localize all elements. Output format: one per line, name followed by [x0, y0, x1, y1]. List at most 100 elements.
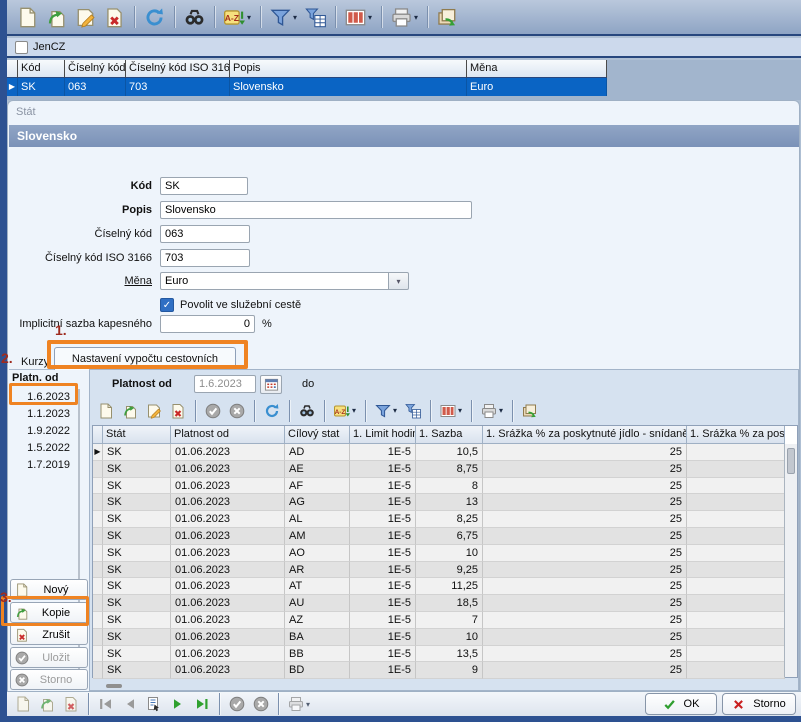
copy-document-button[interactable]	[119, 401, 141, 421]
grid-cell[interactable]: AU	[285, 595, 350, 612]
filter-button[interactable]: ▾	[372, 401, 400, 421]
grid-cell[interactable]: AR	[285, 562, 350, 579]
grid-row[interactable]: ▶SK01.06.2023AD1E-510,525	[93, 444, 797, 461]
nav-next-button[interactable]	[167, 694, 189, 714]
confirm-circle-button[interactable]	[226, 694, 248, 714]
grid-column-header[interactable]: 1. Sazba	[416, 426, 483, 444]
popis-input[interactable]	[160, 201, 472, 219]
grid-cell[interactable]: 1E-5	[350, 578, 416, 595]
grid-row[interactable]: SK01.06.2023AG1E-51325	[93, 494, 797, 511]
grid-cell[interactable]	[687, 511, 785, 528]
grid-cell[interactable]: 25	[483, 494, 687, 511]
grid-cell[interactable]: 13,5	[416, 646, 483, 663]
grid-cell[interactable]: 25	[483, 478, 687, 495]
validity-date-item[interactable]: 1.1.2023	[10, 406, 76, 423]
calendar-button[interactable]	[260, 375, 282, 394]
validity-date-item[interactable]: 1.6.2023	[10, 389, 76, 406]
nav-select-button[interactable]	[143, 694, 165, 714]
grid-cell[interactable]: SK	[103, 511, 171, 528]
grid-cell[interactable]: AL	[285, 511, 350, 528]
grid-cell[interactable]: 9,25	[416, 562, 483, 579]
grid-cell[interactable]: SK	[103, 494, 171, 511]
grid-row[interactable]: SK01.06.2023AE1E-58,7525	[93, 461, 797, 478]
grid-cell[interactable]: 18,5	[416, 595, 483, 612]
dropdown-arrow-icon[interactable]: ▾	[306, 700, 310, 709]
grid-cell[interactable]: 01.06.2023	[171, 662, 285, 679]
grid-cell[interactable]: 1E-5	[350, 629, 416, 646]
validity-date-item[interactable]: 1.9.2022	[10, 423, 76, 440]
grid-cell[interactable]: SK	[103, 595, 171, 612]
grid-cell[interactable]: SK	[103, 662, 171, 679]
grid-cell[interactable]: 13	[416, 494, 483, 511]
sort-az-button[interactable]: A-Z▾	[331, 401, 359, 421]
grid-cell[interactable]: 01.06.2023	[171, 528, 285, 545]
grid-cell[interactable]: AT	[285, 578, 350, 595]
grid-cell[interactable]: 01.06.2023	[171, 511, 285, 528]
grid-cell[interactable]: SK	[103, 612, 171, 629]
kopie-side-button[interactable]: Kopie	[10, 602, 88, 623]
grid-column-header[interactable]: 1. Srážka % za poskytnuté jídlo - snídan…	[483, 426, 687, 444]
grid-column-header[interactable]: Stát	[103, 426, 171, 444]
grid-cell[interactable]: 25	[483, 461, 687, 478]
grid-cell[interactable]: 1E-5	[350, 511, 416, 528]
grid-cell[interactable]	[687, 595, 785, 612]
grid-cell[interactable]: 7	[416, 612, 483, 629]
grid-cell[interactable]: 01.06.2023	[171, 444, 285, 461]
grid-cell[interactable]: 1E-5	[350, 562, 416, 579]
grid-cell[interactable]: 8	[416, 478, 483, 495]
grid-cell[interactable]: 8,25	[416, 511, 483, 528]
grid-cell[interactable]: 25	[483, 528, 687, 545]
grid-cell[interactable]: 25	[483, 595, 687, 612]
grid-row[interactable]: SK01.06.2023AF1E-5825	[93, 478, 797, 495]
filter-grid-button[interactable]	[402, 401, 424, 421]
grid-cell[interactable]	[687, 629, 785, 646]
grid-cell[interactable]: BB	[285, 646, 350, 663]
nav-prev-button[interactable]	[119, 694, 141, 714]
new-document-button[interactable]	[14, 5, 41, 30]
grid-cell[interactable]	[687, 444, 785, 461]
nov-side-button[interactable]: Nový	[10, 579, 88, 600]
countries-cell[interactable]: Slovensko	[230, 78, 467, 96]
grid-row[interactable]: SK01.06.2023BB1E-513,525	[93, 646, 797, 663]
delete-document-button[interactable]	[167, 401, 189, 421]
column-chooser-button[interactable]: ▾	[437, 401, 465, 421]
grid-cell[interactable]: 1E-5	[350, 612, 416, 629]
grid-cell[interactable]: 01.06.2023	[171, 612, 285, 629]
dropdown-arrow-icon[interactable]: ▾	[352, 406, 356, 415]
grid-cell[interactable]: 1E-5	[350, 461, 416, 478]
countries-cell[interactable]: SK	[18, 78, 65, 96]
grid-cell[interactable]: 25	[483, 511, 687, 528]
grid-cell[interactable]	[687, 646, 785, 663]
grid-cell[interactable]	[687, 612, 785, 629]
grid-cell[interactable]: BD	[285, 662, 350, 679]
grid-cell[interactable]: AF	[285, 478, 350, 495]
grid-cell[interactable]	[687, 461, 785, 478]
grid-cell[interactable]: 8,75	[416, 461, 483, 478]
grid-cell[interactable]	[687, 494, 785, 511]
kapesne-input[interactable]	[160, 315, 255, 333]
grid-cell[interactable]: 9	[416, 662, 483, 679]
dropdown-arrow-icon[interactable]: ▾	[458, 406, 462, 415]
grid-row[interactable]: SK01.06.2023AR1E-59,2525	[93, 562, 797, 579]
grid-cell[interactable]: 1E-5	[350, 545, 416, 562]
countries-column-header[interactable]: Číselný kód ISO 3166	[126, 60, 230, 78]
grid-cell[interactable]: 25	[483, 444, 687, 461]
mena-label[interactable]: Měna	[8, 275, 160, 287]
grid-cell[interactable]: 01.06.2023	[171, 478, 285, 495]
grid-cell[interactable]: 1E-5	[350, 478, 416, 495]
povolit-checkbox[interactable]: ✓	[160, 298, 174, 312]
grid-cell[interactable]	[687, 545, 785, 562]
platnost-od-input[interactable]	[194, 375, 256, 393]
nav-last-button[interactable]	[191, 694, 213, 714]
grid-cell[interactable]: 01.06.2023	[171, 461, 285, 478]
grid-cell[interactable]: 11,25	[416, 578, 483, 595]
new-document-button[interactable]	[95, 401, 117, 421]
iso-kod-input[interactable]	[160, 249, 250, 267]
grid-cell[interactable]: SK	[103, 528, 171, 545]
countries-cell[interactable]: 063	[65, 78, 126, 96]
grid-row[interactable]: SK01.06.2023BA1E-51025	[93, 629, 797, 646]
grid-cell[interactable]: 1E-5	[350, 528, 416, 545]
countries-cell[interactable]: 703	[126, 78, 230, 96]
grid-cell[interactable]: SK	[103, 629, 171, 646]
grid-cell[interactable]: 01.06.2023	[171, 595, 285, 612]
